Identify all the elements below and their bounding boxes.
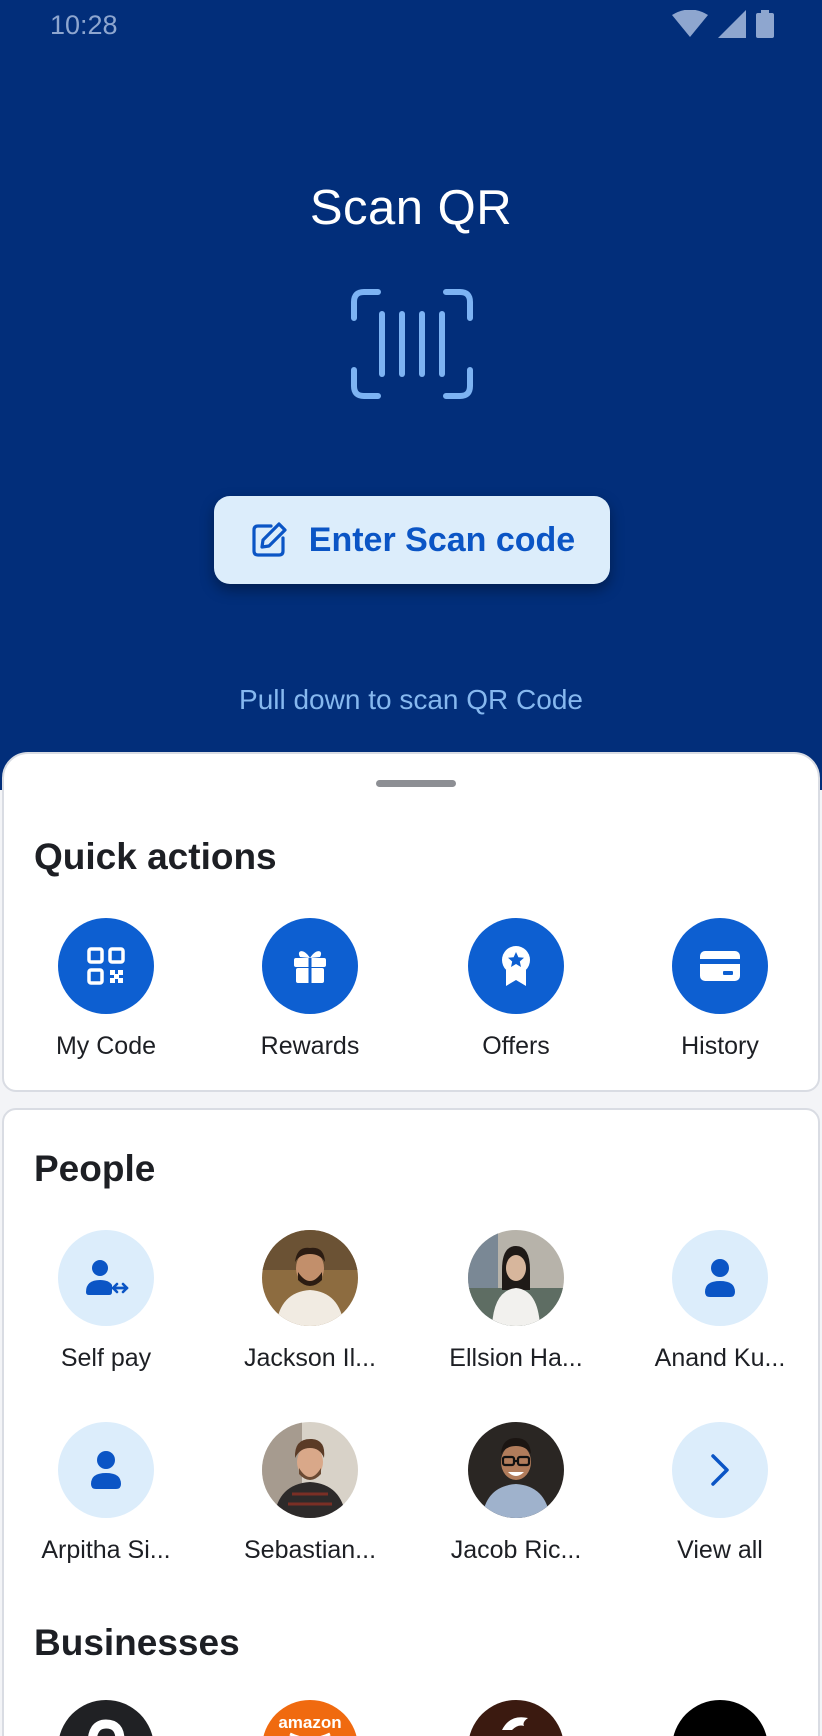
scan-title: Scan QR <box>309 181 513 235</box>
view-all-circle <box>672 1422 768 1518</box>
business-question-logo[interactable] <box>58 1700 154 1736</box>
status-time: 10:28 <box>50 10 118 40</box>
businesses-title: Businesses <box>34 1622 240 1663</box>
people-title: People <box>34 1148 156 1189</box>
person-icon <box>705 1259 735 1297</box>
person-self-pay[interactable]: Self pay <box>21 1230 191 1373</box>
amazon-logo-text: amazon <box>278 1713 341 1732</box>
people-card: People Self pay Jackson Il... Ellsion Ha… <box>2 1108 820 1736</box>
quick-actions-card: Quick actions My Code Rewards Offers His… <box>2 752 820 1092</box>
person-jackson[interactable]: Jackson Il... <box>225 1230 395 1373</box>
person-jacob[interactable]: Jacob Ric... <box>431 1422 601 1565</box>
enter-scan-code-button[interactable]: Enter Scan code <box>214 496 610 584</box>
arpitha-circle <box>58 1422 154 1518</box>
anand-circle <box>672 1230 768 1326</box>
quick-action-offers[interactable]: Offers <box>431 918 601 1061</box>
quick-action-rewards[interactable]: Rewards <box>225 918 395 1061</box>
avatar <box>262 1422 358 1518</box>
person-anand[interactable]: Anand Ku... <box>635 1230 805 1373</box>
quick-action-label: Rewards <box>260 1032 360 1060</box>
history-circle <box>672 918 768 1014</box>
quick-action-label: Offers <box>482 1032 550 1060</box>
edit-icon <box>252 522 287 557</box>
quick-actions-title: Quick actions <box>34 836 277 877</box>
scan-header: 10:28 Scan QR Enter Scan code Pull down … <box>0 0 822 790</box>
avatar <box>468 1422 564 1518</box>
offers-circle <box>468 918 564 1014</box>
quick-action-history[interactable]: History <box>635 918 805 1061</box>
person-label: Self pay <box>60 1344 152 1372</box>
person-label: View all <box>677 1536 763 1564</box>
chevron-right-icon <box>711 1454 729 1486</box>
avatar <box>262 1230 358 1326</box>
person-label: Anand Ku... <box>654 1344 786 1372</box>
badge-star-icon <box>502 946 530 986</box>
status-icons <box>672 10 774 38</box>
view-all-people[interactable]: View all <box>635 1422 805 1565</box>
rewards-circle <box>262 918 358 1014</box>
person-icon <box>91 1451 121 1489</box>
person-label: Arpitha Si... <box>41 1536 171 1564</box>
pull-down-hint: Pull down to scan QR Code <box>239 684 583 715</box>
qr-code-icon <box>87 947 125 985</box>
self-pay-icon <box>86 1260 129 1295</box>
wifi-icon <box>672 10 708 37</box>
person-ellsion[interactable]: Ellsion Ha... <box>431 1230 601 1373</box>
avatar <box>468 1230 564 1326</box>
business-amazon-logo[interactable]: amazon <box>262 1700 358 1736</box>
person-label: Jacob Ric... <box>450 1536 582 1564</box>
my-code-circle <box>58 918 154 1014</box>
quick-action-label: My Code <box>55 1032 157 1060</box>
status-bar: 10:28 <box>0 0 822 48</box>
person-sebastian[interactable]: Sebastian... <box>225 1422 395 1565</box>
self-pay-circle <box>58 1230 154 1326</box>
barcode-scan-icon[interactable] <box>350 288 474 400</box>
person-label: Ellsion Ha... <box>449 1344 583 1372</box>
quick-action-label: History <box>681 1032 759 1060</box>
drag-handle[interactable] <box>376 780 456 787</box>
business-black-logo[interactable] <box>672 1700 768 1736</box>
person-arpitha[interactable]: Arpitha Si... <box>21 1422 191 1565</box>
battery-icon <box>756 10 774 38</box>
business-horse-logo[interactable] <box>468 1700 564 1736</box>
gift-icon <box>294 951 326 983</box>
person-label: Jackson Il... <box>244 1344 376 1372</box>
cellular-signal-icon <box>718 10 746 38</box>
quick-action-my-code[interactable]: My Code <box>21 918 191 1061</box>
enter-scan-code-label: Enter Scan code <box>308 520 576 559</box>
card-icon <box>700 951 740 981</box>
person-label: Sebastian... <box>243 1536 377 1564</box>
